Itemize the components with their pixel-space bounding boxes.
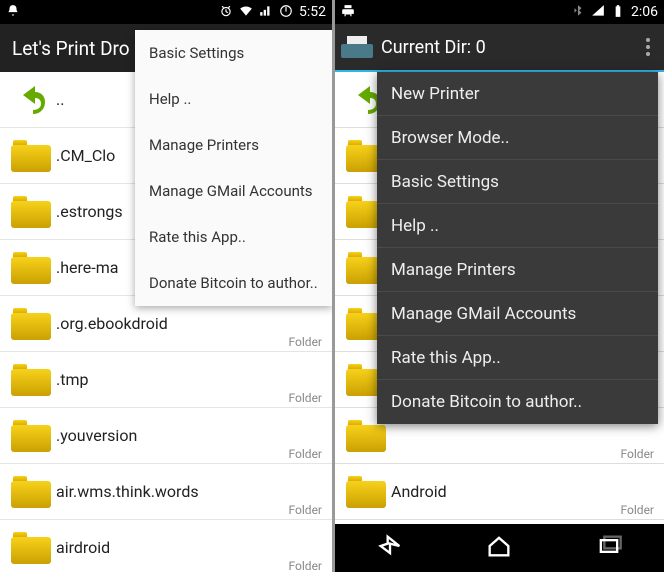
overflow-button[interactable] <box>638 38 658 56</box>
menu-item[interactable]: Rate this App.. <box>377 336 658 380</box>
wifi-icon <box>239 4 253 21</box>
file-type-label: Folder <box>289 447 322 461</box>
menu-item[interactable]: Manage GMail Accounts <box>135 168 332 214</box>
up-arrow-icon <box>11 82 51 118</box>
battery-icon <box>611 4 625 21</box>
status-clock: 2:06 <box>631 4 658 20</box>
file-row[interactable]: .youversion Folder <box>0 408 332 464</box>
file-name: air.wms.think.words <box>56 482 322 501</box>
file-name: Android <box>391 482 654 501</box>
status-clock: 5:52 <box>299 4 326 20</box>
alarm-icon <box>219 4 233 21</box>
folder-icon <box>11 196 51 228</box>
file-type-label: Folder <box>621 447 654 461</box>
screenshot-pair: 5:52 Let's Print Dro ...CM_Clo.estrongs.… <box>0 0 664 572</box>
menu-item[interactable]: Donate Bitcoin to author.. <box>135 260 332 306</box>
status-bar: 5:52 <box>0 0 332 24</box>
file-type-label: Folder <box>289 335 322 349</box>
file-row[interactable]: Android Folder <box>335 464 664 520</box>
folder-icon <box>11 308 51 340</box>
folder-icon <box>346 476 386 508</box>
file-type-label: Folder <box>621 503 654 517</box>
folder-icon <box>346 420 386 452</box>
phone-left: 5:52 Let's Print Dro ...CM_Clo.estrongs.… <box>0 0 332 572</box>
file-type-label: Folder <box>289 559 322 572</box>
status-bar: 2:06 <box>335 0 664 24</box>
folder-icon <box>11 364 51 396</box>
file-row[interactable]: air.wms.think.words Folder <box>0 464 332 520</box>
folder-icon <box>11 420 51 452</box>
app-bar: Current Dir: 0 <box>335 24 664 72</box>
file-row[interactable]: .tmp Folder <box>0 352 332 408</box>
menu-item[interactable]: Rate this App.. <box>135 214 332 260</box>
folder-icon <box>11 252 51 284</box>
folder-icon <box>11 476 51 508</box>
notification-icon <box>6 4 20 21</box>
bluetooth-icon <box>571 4 585 21</box>
print-icon <box>341 4 355 21</box>
menu-item[interactable]: Basic Settings <box>377 160 658 204</box>
file-name: .youversion <box>56 426 322 445</box>
power-icon <box>279 4 293 21</box>
file-type-label: Folder <box>289 503 322 517</box>
menu-item[interactable]: Donate Bitcoin to author.. <box>377 380 658 424</box>
overflow-menu: Basic SettingsHelp ..Manage PrintersMana… <box>135 30 332 306</box>
back-button[interactable] <box>376 532 404 564</box>
folder-icon <box>11 532 51 564</box>
overflow-menu: New PrinterBrowser Mode..Basic SettingsH… <box>377 72 658 424</box>
file-name: .org.ebookdroid <box>56 314 322 333</box>
signal-icon <box>259 4 273 21</box>
menu-item[interactable]: New Printer <box>377 72 658 116</box>
menu-item[interactable]: Help .. <box>135 76 332 122</box>
menu-item[interactable]: Basic Settings <box>135 30 332 76</box>
phone-right: 2:06 Current Dir: 0 FolderAndroidFolderA… <box>335 0 664 572</box>
menu-item[interactable]: Browser Mode.. <box>377 116 658 160</box>
home-button[interactable] <box>485 532 513 564</box>
app-title: Current Dir: 0 <box>381 37 630 58</box>
menu-item[interactable]: Manage Printers <box>135 122 332 168</box>
signal-icon <box>591 4 605 21</box>
menu-item[interactable]: Manage GMail Accounts <box>377 292 658 336</box>
folder-icon <box>11 140 51 172</box>
menu-item[interactable]: Manage Printers <box>377 248 658 292</box>
file-name: .tmp <box>56 370 322 389</box>
file-name: airdroid <box>56 538 322 557</box>
file-row[interactable]: airdroid Folder <box>0 520 332 572</box>
nav-bar <box>335 524 664 572</box>
file-type-label: Folder <box>289 391 322 405</box>
menu-item[interactable]: Help .. <box>377 204 658 248</box>
printer-icon <box>341 36 373 58</box>
recents-button[interactable] <box>595 532 623 564</box>
